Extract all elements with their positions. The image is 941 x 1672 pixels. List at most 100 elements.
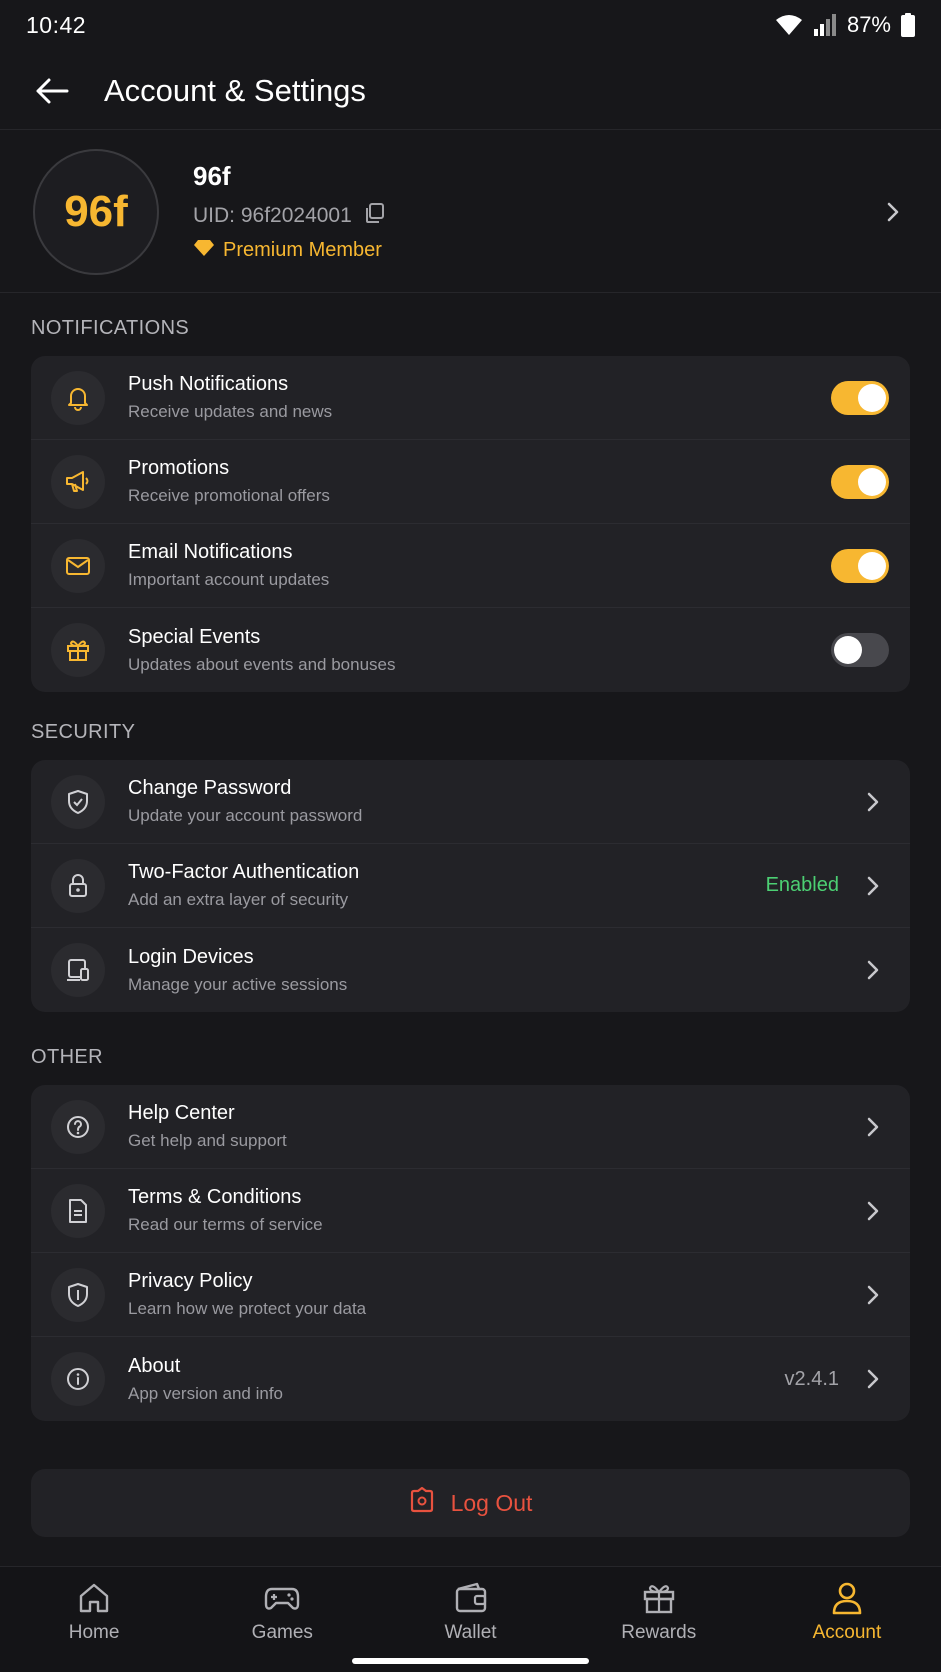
chevron-right-icon bbox=[861, 874, 885, 898]
row-title: Two-Factor Authentication bbox=[128, 861, 360, 883]
promotions-toggle[interactable] bbox=[831, 464, 889, 499]
nav-label-wallet: Wallet bbox=[444, 1622, 497, 1643]
push-notifications-toggle[interactable] bbox=[831, 380, 889, 415]
app-version: v2.4.1 bbox=[784, 1367, 839, 1390]
chevron-right-icon bbox=[861, 1115, 885, 1139]
gift-icon bbox=[51, 623, 105, 677]
row-title: About bbox=[128, 1354, 181, 1377]
nav-item-games[interactable]: Games bbox=[188, 1567, 376, 1672]
profile-info: 96f UID: 96f2024001 Premium Member bbox=[193, 161, 878, 263]
nav-item-home[interactable]: Home bbox=[0, 1567, 188, 1672]
row-subtitle: Manage your active sessions bbox=[128, 974, 348, 994]
membership-badge: Premium Member bbox=[193, 239, 878, 263]
setting-row-two-factor[interactable]: Two-Factor Authentication Add an extra l… bbox=[31, 844, 910, 928]
row-subtitle: Add an extra layer of security bbox=[128, 890, 349, 909]
setting-row-push-notifications: Push Notifications Receive updates and n… bbox=[31, 356, 910, 440]
chevron-right-icon bbox=[861, 958, 885, 982]
logout-button[interactable]: Log Out bbox=[31, 1469, 910, 1537]
row-subtitle: Receive updates and news bbox=[128, 402, 333, 421]
section-title-security: SECURITY bbox=[31, 721, 136, 743]
row-subtitle: Update your account password bbox=[128, 806, 363, 825]
app-header: Account & Settings bbox=[0, 52, 941, 130]
home-indicator bbox=[352, 1658, 589, 1664]
row-subtitle: Learn how we protect your data bbox=[128, 1299, 367, 1318]
home-icon bbox=[79, 1583, 109, 1613]
row-subtitle: Get help and support bbox=[128, 1131, 287, 1150]
devices-icon bbox=[51, 943, 105, 997]
row-title: Help Center bbox=[128, 1102, 235, 1124]
setting-row-terms[interactable]: Terms & Conditions Read our terms of ser… bbox=[31, 1169, 910, 1253]
special-events-toggle[interactable] bbox=[831, 633, 889, 667]
row-title: Push Notifications bbox=[128, 373, 289, 395]
user-icon bbox=[832, 1582, 862, 1615]
chevron-right-icon bbox=[878, 197, 908, 227]
lock-icon bbox=[51, 858, 105, 913]
security-card: Change Password Update your account pass… bbox=[31, 760, 910, 1012]
chevron-right-icon bbox=[861, 790, 885, 814]
profile-uid-row: UID: 96f2024001 bbox=[193, 202, 878, 230]
section-title-notifications: NOTIFICATIONS bbox=[31, 317, 190, 339]
row-title: Terms & Conditions bbox=[128, 1186, 302, 1208]
mail-icon bbox=[51, 538, 105, 593]
megaphone-icon bbox=[51, 454, 105, 509]
email-notifications-toggle[interactable] bbox=[831, 548, 889, 583]
section-title-other: OTHER bbox=[31, 1046, 103, 1068]
chevron-right-icon bbox=[861, 1283, 885, 1307]
nav-label-home: Home bbox=[68, 1622, 120, 1643]
logout-icon bbox=[409, 1486, 435, 1520]
nav-label-games: Games bbox=[251, 1622, 313, 1643]
row-subtitle: Updates about events and bonuses bbox=[128, 654, 396, 674]
setting-row-privacy-policy[interactable]: Privacy Policy Learn how we protect your… bbox=[31, 1253, 910, 1337]
row-title: Promotions bbox=[128, 457, 230, 479]
row-title: Email Notifications bbox=[128, 541, 293, 563]
diamond-icon bbox=[193, 239, 215, 263]
row-title: Privacy Policy bbox=[128, 1270, 253, 1292]
nav-label-rewards: Rewards bbox=[621, 1622, 697, 1643]
setting-row-promotions: Promotions Receive promotional offers bbox=[31, 440, 910, 524]
signal-icon bbox=[813, 14, 837, 36]
chevron-right-icon bbox=[861, 1367, 885, 1391]
setting-row-login-devices[interactable]: Login Devices Manage your active session… bbox=[31, 928, 910, 1012]
status-time: 10:42 bbox=[26, 11, 87, 38]
other-card: Help Center Get help and support Terms &… bbox=[31, 1085, 910, 1421]
page-title: Account & Settings bbox=[104, 72, 366, 108]
bell-icon bbox=[51, 370, 105, 425]
row-subtitle: Important account updates bbox=[128, 570, 330, 589]
wifi-icon bbox=[775, 14, 803, 36]
gamepad-icon bbox=[265, 1587, 300, 1610]
two-factor-status: Enabled bbox=[765, 874, 839, 896]
shield-icon bbox=[51, 1267, 105, 1322]
arrow-left-icon bbox=[36, 78, 69, 103]
nav-item-rewards[interactable]: Rewards bbox=[565, 1567, 753, 1672]
logout-label: Log Out bbox=[450, 1489, 533, 1516]
nav-label-account: Account bbox=[812, 1622, 882, 1643]
nav-item-wallet[interactable]: Wallet bbox=[376, 1567, 564, 1672]
notifications-card: Push Notifications Receive updates and n… bbox=[31, 356, 910, 692]
help-circle-icon bbox=[51, 1099, 105, 1154]
row-title: Change Password bbox=[128, 777, 292, 799]
row-subtitle: App version and info bbox=[128, 1383, 283, 1403]
nav-item-account[interactable]: Account bbox=[753, 1567, 941, 1672]
profile-card[interactable]: 96f 96f UID: 96f2024001 Premium Member bbox=[0, 131, 941, 293]
battery-icon bbox=[901, 13, 915, 37]
row-subtitle: Read our terms of service bbox=[128, 1215, 323, 1234]
copy-icon[interactable] bbox=[364, 202, 386, 230]
shield-check-icon bbox=[51, 774, 105, 829]
back-button[interactable] bbox=[30, 69, 74, 113]
avatar: 96f bbox=[33, 148, 159, 275]
bottom-nav: Home Games Wallet Rewards Account bbox=[0, 1566, 941, 1672]
setting-row-change-password[interactable]: Change Password Update your account pass… bbox=[31, 760, 910, 844]
battery-percent: 87% bbox=[846, 12, 891, 37]
row-subtitle: Receive promotional offers bbox=[128, 486, 330, 505]
membership-label: Premium Member bbox=[223, 239, 382, 261]
profile-uid: UID: 96f2024001 bbox=[193, 203, 352, 227]
chevron-right-icon bbox=[861, 1199, 885, 1223]
status-icons: 87% bbox=[775, 12, 915, 38]
status-bar: 10:42 87% bbox=[0, 0, 941, 50]
setting-row-special-events: Special Events Updates about events and … bbox=[31, 608, 910, 692]
info-icon bbox=[51, 1352, 105, 1406]
setting-row-email-notifications: Email Notifications Important account up… bbox=[31, 524, 910, 608]
setting-row-about[interactable]: About App version and info v2.4.1 bbox=[31, 1337, 910, 1421]
setting-row-help-center[interactable]: Help Center Get help and support bbox=[31, 1085, 910, 1169]
row-title: Special Events bbox=[128, 625, 261, 648]
